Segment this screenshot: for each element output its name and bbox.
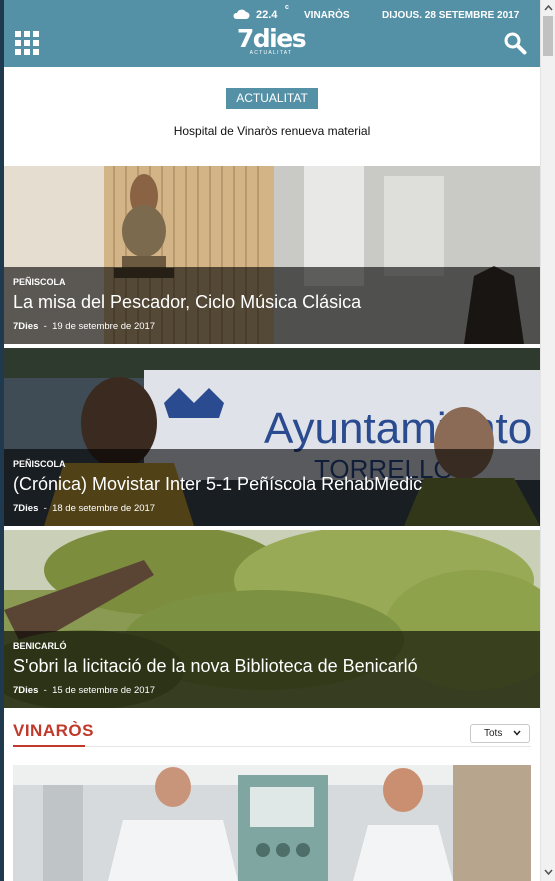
article-author[interactable]: 7Dies xyxy=(13,685,38,696)
article-date: 18 de setembre de 2017 xyxy=(52,503,156,514)
page-scrollbar[interactable] xyxy=(540,0,555,881)
temperature: 22.4 xyxy=(256,9,278,21)
logo-wordmark: 7dies xyxy=(236,24,307,53)
city-name: VINARÒS xyxy=(304,10,350,21)
article-date: 19 de setembre de 2017 xyxy=(52,321,156,332)
featured-headline[interactable]: Hospital de Vinaròs renueva material xyxy=(4,124,540,138)
article-title[interactable]: La misa del Pescador, Ciclo Música Clási… xyxy=(13,292,361,313)
section-filter-value: Tots xyxy=(484,728,503,739)
article-caption: PEÑISCOLA La misa del Pescador, Ciclo Mú… xyxy=(4,267,540,344)
weather-date-bar: 22.4 c VINARÒS DIJOUS. 28 SETEMBRE 2017 xyxy=(4,4,540,23)
window-frame xyxy=(0,0,4,881)
section-title-underline xyxy=(13,745,85,747)
chevron-down-icon xyxy=(513,730,521,736)
article-card[interactable]: BENICARLÓ S'obri la licitació de la nova… xyxy=(4,530,540,708)
article-title[interactable]: (Crónica) Movistar Inter 5-1 Peñíscola R… xyxy=(13,474,422,495)
scroll-down-arrow-icon[interactable] xyxy=(543,867,554,877)
meta-separator: - xyxy=(43,685,47,696)
article-meta: 7Dies - 15 de setembre de 2017 xyxy=(13,685,155,696)
temperature-unit: c xyxy=(285,4,289,11)
article-card[interactable]: PEÑISCOLA La misa del Pescador, Ciclo Mú… xyxy=(4,166,540,344)
section-title: VINARÒS xyxy=(13,721,94,740)
article-date: 15 de setembre de 2017 xyxy=(52,685,156,696)
article-category[interactable]: PEÑISCOLA xyxy=(13,277,66,287)
article-author[interactable]: 7Dies xyxy=(13,503,38,514)
article-category[interactable]: PEÑISCOLA xyxy=(13,459,66,469)
section-tag-actualitat[interactable]: ACTUALITAT xyxy=(226,88,318,109)
scrollbar-thumb[interactable] xyxy=(543,16,553,56)
site-logo[interactable]: 7dies ACTUALITAT xyxy=(236,24,307,56)
article-title[interactable]: S'obri la licitació de la nova Bibliotec… xyxy=(13,656,418,677)
search-icon[interactable] xyxy=(503,31,527,55)
section-lead-photo[interactable] xyxy=(13,765,531,881)
section-divider xyxy=(85,746,531,747)
article-author[interactable]: 7Dies xyxy=(13,321,38,332)
article-card[interactable]: Ayuntamiento TORRELLOS PEÑISCOLA (Crónic… xyxy=(4,348,540,526)
site-header: 22.4 c VINARÒS DIJOUS. 28 SETEMBRE 2017 … xyxy=(4,0,540,67)
article-category[interactable]: BENICARLÓ xyxy=(13,641,67,651)
article-meta: 7Dies - 18 de setembre de 2017 xyxy=(13,503,155,514)
grid-menu-icon[interactable] xyxy=(15,31,39,55)
article-caption: PEÑISCOLA (Crónica) Movistar Inter 5-1 P… xyxy=(4,449,540,526)
article-caption: BENICARLÓ S'obri la licitació de la nova… xyxy=(4,631,540,708)
section-filter-select[interactable]: Tots xyxy=(470,724,530,743)
hospital-staff-photo xyxy=(13,765,531,881)
meta-separator: - xyxy=(43,321,47,332)
cloud-icon xyxy=(233,9,250,19)
current-date: DIJOUS. 28 SETEMBRE 2017 xyxy=(382,10,520,21)
meta-separator: - xyxy=(43,503,47,514)
article-meta: 7Dies - 19 de setembre de 2017 xyxy=(13,321,155,332)
scroll-up-arrow-icon[interactable] xyxy=(543,3,554,13)
